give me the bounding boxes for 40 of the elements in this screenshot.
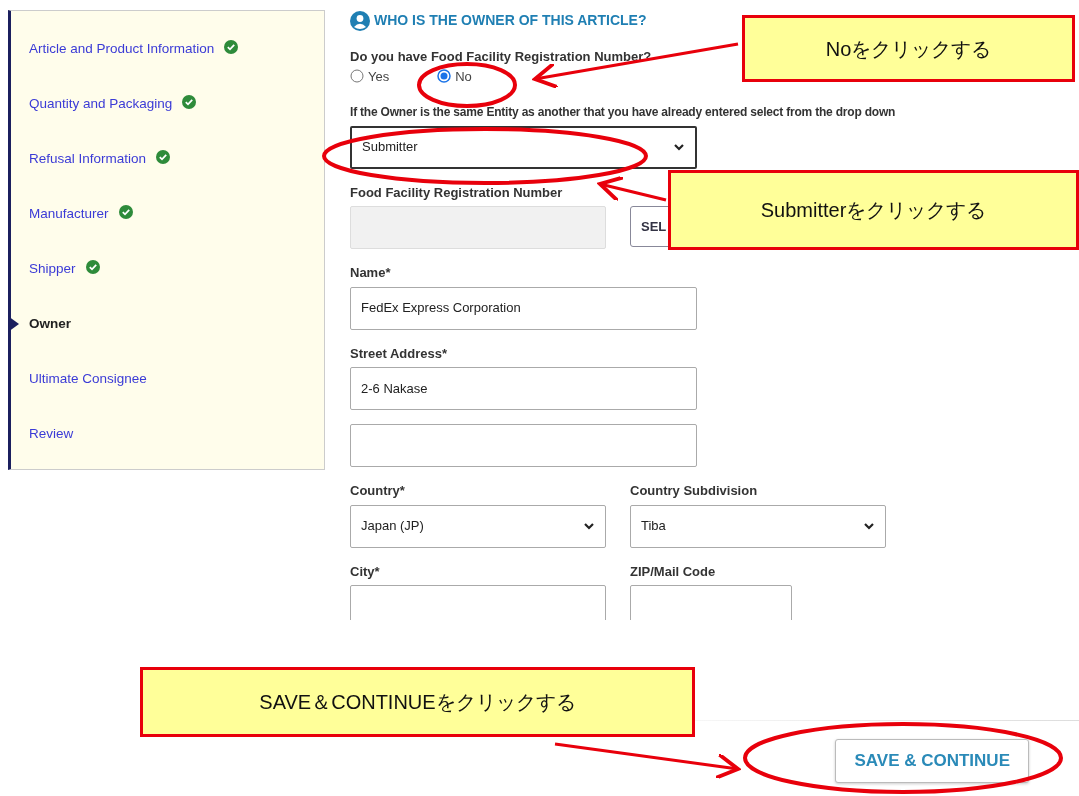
- sidebar-link[interactable]: Ultimate Consignee: [29, 369, 147, 390]
- save-continue-button[interactable]: SAVE & CONTINUE: [835, 739, 1029, 783]
- text-field[interactable]: [350, 424, 697, 467]
- sidebar-link[interactable]: Refusal Information: [29, 149, 147, 170]
- select-value: Tiba: [641, 517, 666, 536]
- chevron-icon: [673, 142, 685, 152]
- sidebar-link[interactable]: Owner: [29, 314, 71, 335]
- user-icon: [350, 10, 370, 31]
- field-label: If the Owner is the same Entity as another that you have already entered select from the drop down: [350, 104, 896, 121]
- section-heading: WHO IS THE OWNER OF THIS ARTICLE?: [374, 11, 647, 30]
- select-field[interactable]: Tiba: [630, 504, 886, 548]
- chevron-icon: [863, 521, 875, 531]
- field-label: City*: [350, 562, 380, 581]
- sidebar-link[interactable]: Review: [29, 424, 74, 445]
- field-label: Country*: [350, 482, 405, 500]
- field-label: Country Subdivision: [630, 482, 758, 500]
- select-field[interactable]: Japan (JP): [350, 504, 606, 548]
- annotation-tooltip: Noをクリックする: [742, 15, 1075, 82]
- field-label: ZIP/Mail Code: [630, 562, 716, 581]
- pointer-arrow: [598, 175, 667, 203]
- select-value: Submitter: [362, 138, 418, 157]
- radio-option[interactable]: No: [437, 66, 472, 86]
- sidebar-link[interactable]: Manufacturer: [29, 204, 109, 225]
- select-value: Japan (JP): [361, 517, 424, 536]
- field-label: Food Facility Registration Number: [350, 183, 563, 202]
- sidebar-link[interactable]: Article and Product Information: [29, 39, 215, 60]
- annotation-tooltip: SAVE＆CONTINUEをクリックする: [140, 667, 695, 737]
- field-label: Name*: [350, 264, 391, 282]
- radio-option[interactable]: Yes: [350, 66, 390, 86]
- text-field[interactable]: FedEx Express Corporation: [350, 286, 697, 330]
- chevron-icon: [583, 521, 595, 531]
- field-label: Do you have Food Facility Registration Number?: [350, 48, 652, 66]
- text-field[interactable]: [630, 585, 792, 620]
- text-field[interactable]: [350, 585, 606, 620]
- sidebar-link[interactable]: Quantity and Packaging: [29, 94, 173, 115]
- annotation-tooltip: Submitterをクリックする: [668, 170, 1079, 250]
- select-field[interactable]: Submitter: [350, 125, 697, 169]
- sidebar-link[interactable]: Shipper: [29, 259, 76, 280]
- field-label: Street Address*: [350, 344, 448, 363]
- text-field[interactable]: 2-6 Nakase: [350, 367, 697, 410]
